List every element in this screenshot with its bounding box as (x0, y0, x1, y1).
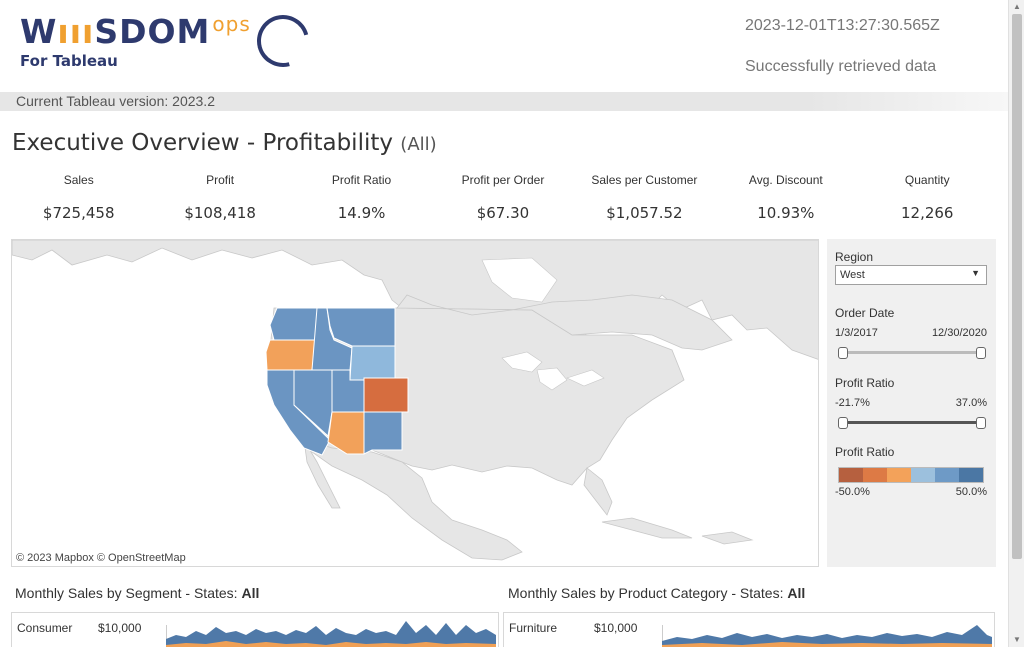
scroll-thumb[interactable] (1012, 14, 1022, 559)
kpi-sales-per-customer: Sales per Customer $1,057.52 (591, 173, 698, 222)
land-caribbean (701, 531, 754, 545)
profit-ratio-filter-label: Profit Ratio (835, 376, 895, 390)
segment-area-sparkline (166, 621, 496, 647)
page-scrollbar[interactable]: ▲ ▼ (1008, 0, 1024, 647)
legend-swatch (911, 468, 935, 482)
order-date-range-labels: 1/3/2017 12/30/2020 (835, 327, 987, 339)
legend-swatch (959, 468, 983, 482)
kpi-strip: Sales $725,458 Profit $108,418 Profit Ra… (8, 172, 998, 230)
profit-ratio-slider-track[interactable] (840, 421, 982, 424)
legend-swatch (887, 468, 911, 482)
title-filter: (All) (400, 134, 437, 155)
scroll-up-arrow-icon[interactable]: ▲ (1009, 0, 1024, 14)
state-oregon[interactable] (265, 339, 318, 371)
category-area-sparkline (662, 625, 992, 647)
segment-axis-value: $10,000 (98, 621, 142, 635)
profit-ratio-legend-label: Profit Ratio (835, 445, 895, 459)
land-cuba (601, 517, 693, 539)
timestamp: 2023-12-01T13:27:30.565Z (745, 17, 940, 34)
legend-swatch (863, 468, 887, 482)
order-date-label: Order Date (835, 306, 895, 320)
kpi-profit-per-order: Profit per Order $67.30 (461, 173, 545, 222)
state-washington[interactable] (269, 307, 318, 341)
kpi-profit-ratio: Profit Ratio 14.9% (331, 173, 392, 222)
order-date-end-handle[interactable] (976, 347, 986, 359)
profit-map[interactable]: © 2023 Mapbox © OpenStreetMap (11, 239, 819, 567)
kpi-sales: Sales $725,458 (42, 173, 115, 222)
loading-spinner-icon (247, 5, 319, 77)
state-wyoming[interactable] (349, 345, 396, 381)
filter-panel: Region West ▼ Order Date 1/3/2017 12/30/… (827, 239, 996, 567)
segment-row-label: Consumer (17, 621, 73, 635)
category-section-title: Monthly Sales by Product Category - Stat… (508, 585, 806, 601)
map-canvas[interactable] (12, 240, 819, 567)
scroll-down-arrow-icon[interactable]: ▼ (1009, 633, 1024, 647)
category-sparkline-chart[interactable]: Furniture $10,000 (503, 612, 995, 647)
logo-bars-icon: ııı (57, 12, 95, 51)
order-date-start-handle[interactable] (838, 347, 848, 359)
profit-ratio-max-handle[interactable] (976, 417, 986, 429)
logo-subtitle: For Tableau (20, 52, 118, 70)
app-header: WıııSDOM ops For Tableau 2023-12-01T13:27… (0, 0, 1008, 92)
version-bar: Current Tableau version: 2023.2 (0, 92, 1008, 111)
state-new-mexico[interactable] (363, 411, 403, 455)
dashboard-title: Executive Overview - Profitability (All) (12, 130, 437, 156)
region-select[interactable]: West ▼ (835, 265, 987, 285)
legend-swatch (935, 468, 959, 482)
region-label: Region (835, 250, 874, 264)
profit-ratio-range-labels: -21.7% 37.0% (835, 397, 987, 409)
kpi-avg-discount: Avg. Discount 10.93% (748, 173, 823, 222)
profit-ratio-color-legend (838, 467, 984, 483)
category-row-label: Furniture (509, 621, 558, 635)
profit-ratio-min-handle[interactable] (838, 417, 848, 429)
map-credit: © 2023 Mapbox © OpenStreetMap (16, 552, 186, 564)
kpi-quantity: Quantity 12,266 (900, 173, 954, 222)
wiisdom-logo: WıııSDOM ops For Tableau (20, 12, 251, 70)
land-florida (583, 467, 613, 516)
legend-swatch (839, 468, 863, 482)
segment-section-title: Monthly Sales by Segment - States: All (15, 585, 260, 601)
order-date-slider-track[interactable] (840, 351, 982, 354)
category-axis-value: $10,000 (594, 621, 638, 635)
kpi-profit: Profit $108,418 (184, 173, 256, 222)
chevron-down-icon: ▼ (971, 268, 980, 278)
state-colorado[interactable] (363, 377, 409, 413)
segment-sparkline-chart[interactable]: Consumer $10,000 (11, 612, 499, 647)
legend-range-labels: -50.0% 50.0% (835, 486, 987, 498)
status-message: Successfully retrieved data (745, 58, 937, 75)
tableau-version: Current Tableau version: 2023.2 (16, 93, 215, 109)
